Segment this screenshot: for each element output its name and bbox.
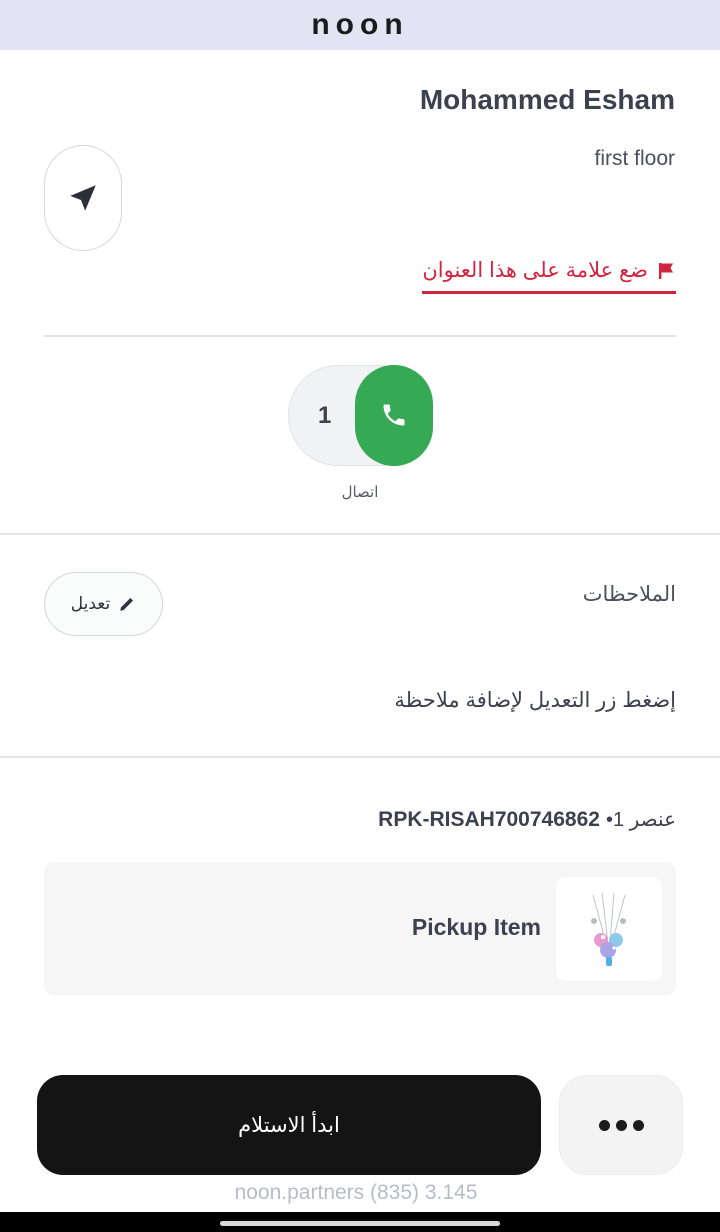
more-dots-icon (598, 1119, 610, 1131)
more-dots-icon (632, 1119, 644, 1131)
address-line: first floor (594, 147, 675, 170)
brand-logo: noon (311, 8, 409, 41)
flag-address-label: ضع علامة على هذا العنوان (422, 259, 648, 282)
call-control[interactable]: 1 (288, 364, 433, 466)
edit-notes-button[interactable]: تعديل (44, 572, 163, 636)
flag-address-link[interactable]: ضع علامة على هذا العنوان (422, 258, 676, 294)
flag-icon (659, 262, 673, 279)
watermark-text: noon.partners (835) 3.145 (234, 1181, 478, 1204)
navigate-button[interactable] (44, 145, 122, 251)
more-options-button[interactable] (559, 1075, 683, 1175)
call-label: اتصال (341, 484, 379, 501)
customer-name: Mohammed Esham (419, 84, 675, 115)
divider (0, 756, 720, 758)
divider (0, 533, 720, 535)
item-thumbnail (556, 877, 662, 981)
pencil-icon (120, 598, 134, 611)
notes-hint: إضغط زر التعديل لإضافة ملاحظة (394, 689, 676, 712)
item-sku: RPK-RISAH700746862 (378, 808, 600, 831)
start-pickup-button[interactable]: ابدأ الاستلام (37, 1075, 541, 1175)
more-dots-icon (615, 1119, 627, 1131)
navigation-arrow-icon (70, 185, 96, 211)
item-count: عنصر 1• (605, 809, 676, 831)
necklace-image (591, 892, 626, 966)
home-indicator[interactable] (220, 1221, 500, 1226)
call-button[interactable] (355, 364, 433, 466)
divider (44, 335, 676, 337)
phone-icon (383, 404, 405, 426)
start-pickup-label: ابدأ الاستلام (238, 1113, 340, 1137)
item-card[interactable]: Pickup Item (44, 862, 676, 995)
item-name: Pickup Item (411, 914, 541, 940)
call-count: 1 (318, 402, 332, 429)
notes-title: الملاحظات (582, 583, 676, 606)
edit-label: تعديل (70, 594, 111, 613)
top-bar: noon (0, 0, 720, 50)
item-header: عنصر 1• RPK-RISAH700746862 (378, 807, 676, 832)
